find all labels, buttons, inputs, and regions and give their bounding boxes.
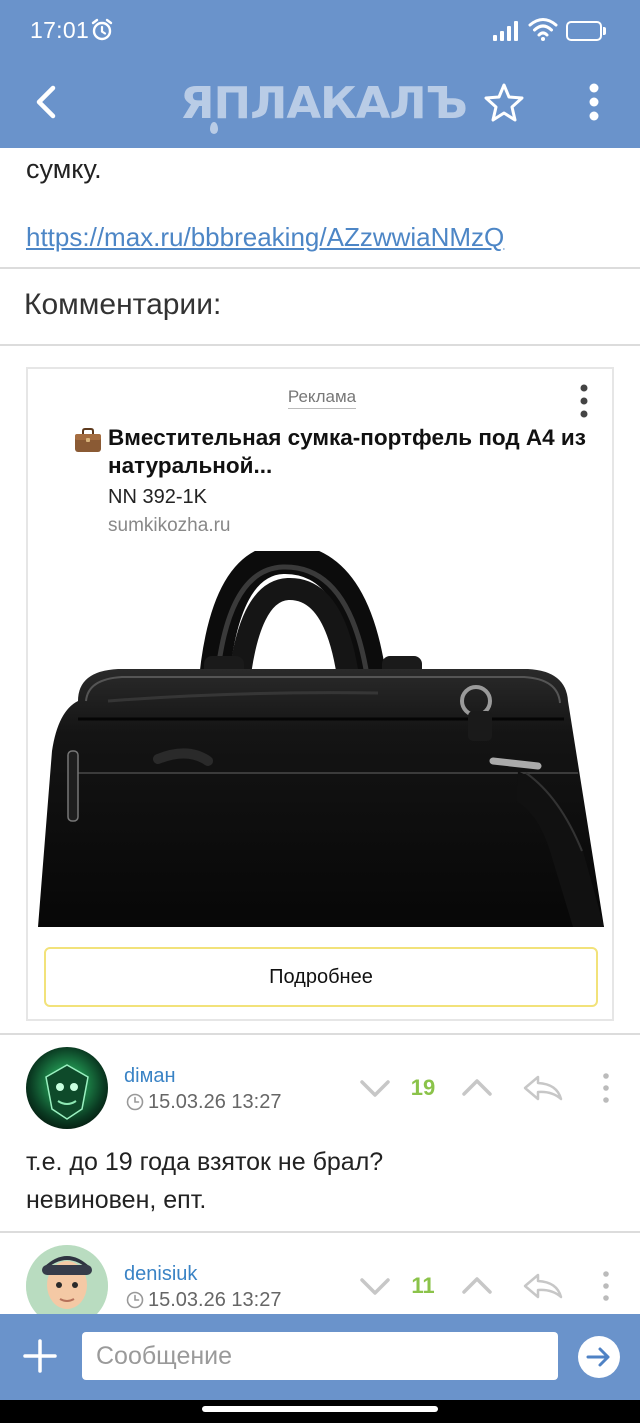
signal-icon: [493, 21, 518, 41]
vote-down-icon[interactable]: [358, 1071, 392, 1105]
logo-text: ЯПЛАКАЛЪ: [180, 78, 468, 129]
star-icon: [484, 83, 524, 122]
send-button[interactable]: [578, 1336, 620, 1378]
comment-text: т.е. до 19 года взяток не брал? невинове…: [26, 1143, 616, 1219]
divider: [0, 267, 640, 269]
ad-title[interactable]: Вместительная сумка-портфель под А4 из н…: [108, 424, 598, 480]
comment-author[interactable]: denisiuk: [124, 1263, 197, 1286]
battery-level: 93: [577, 24, 591, 38]
site-logo[interactable]: ЯПЛАКАЛЪ: [180, 74, 468, 134]
alarm-icon: [91, 18, 113, 41]
clock-icon: [126, 1291, 144, 1309]
ad-product-image[interactable]: [38, 551, 604, 927]
comment-timestamp: 15.03.26 13:27: [148, 1289, 282, 1311]
ad-subtitle: NN 392-1K: [108, 486, 207, 508]
more-vertical-icon[interactable]: [574, 383, 594, 419]
battery-icon: 93: [566, 21, 606, 41]
ad-details-button[interactable]: Подробнее: [44, 947, 598, 1007]
plus-icon: [23, 1339, 57, 1373]
reply-icon[interactable]: [522, 1269, 564, 1303]
comment-item: dіман 15.03.26 13:27 19 т.е. до 19 года …: [0, 1035, 640, 1231]
system-nav-bar: [0, 1400, 640, 1423]
reply-icon[interactable]: [522, 1071, 564, 1105]
ad-label: Реклама: [28, 387, 616, 409]
status-bar: 17:01 93: [0, 0, 640, 60]
comment-text-content: т.е. до 19 года взяток не брал? невинове…: [26, 1148, 384, 1214]
back-button[interactable]: [24, 78, 68, 126]
divider: [0, 344, 640, 346]
wifi-icon: [528, 18, 558, 41]
more-vertical-icon[interactable]: [598, 1071, 614, 1105]
ad-card[interactable]: Реклама Вместительная сумка-портфель под…: [26, 367, 614, 1021]
favorite-button[interactable]: [480, 78, 528, 126]
clock-icon: [126, 1093, 144, 1111]
message-input[interactable]: [82, 1332, 558, 1380]
chevron-left-icon: [36, 85, 56, 119]
arrow-right-icon: [586, 1347, 610, 1367]
more-vertical-icon[interactable]: [598, 1269, 614, 1303]
vote-down-icon[interactable]: [358, 1269, 392, 1303]
avatar[interactable]: [26, 1047, 108, 1129]
comment-item: denisiuk 15.03.26 13:27 11: [0, 1233, 640, 1314]
vote-up-icon[interactable]: [460, 1269, 494, 1303]
comments-heading: Комментарии:: [24, 288, 222, 321]
overflow-menu-button[interactable]: [572, 78, 616, 126]
attach-button[interactable]: [18, 1334, 62, 1378]
home-indicator[interactable]: [202, 1406, 438, 1412]
avatar[interactable]: [26, 1245, 108, 1314]
status-time: 17:01: [30, 17, 90, 43]
briefcase-icon: [75, 428, 101, 452]
comment-author[interactable]: dіман: [124, 1065, 175, 1088]
logo-drop-icon: [210, 122, 218, 134]
nav-bar: ЯПЛАКАЛЪ: [0, 60, 640, 148]
more-vertical-icon: [589, 83, 599, 121]
post-link[interactable]: https://max.ru/bbbreaking/AZzwwiaNMzQ: [26, 222, 504, 253]
app-header: 17:01 93 ЯПЛАКАЛЪ: [0, 0, 640, 148]
vote-up-icon[interactable]: [460, 1071, 494, 1105]
comment-score: 11: [411, 1273, 435, 1298]
comment-score: 19: [410, 1075, 436, 1100]
message-bar: [0, 1314, 640, 1400]
comment-timestamp: 15.03.26 13:27: [148, 1091, 282, 1113]
ad-domain: sumkikozha.ru: [108, 515, 231, 536]
post-text: сумку.: [26, 154, 102, 184]
